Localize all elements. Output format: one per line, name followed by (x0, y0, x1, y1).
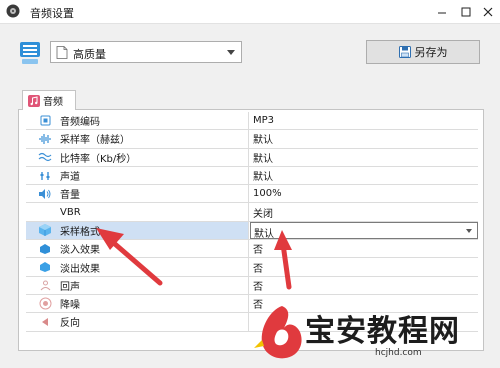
row-sample-format[interactable]: 采样格式 默认 (26, 221, 478, 241)
preset-icon (20, 42, 40, 64)
row-label: 回声 (60, 281, 80, 293)
row-label: 比特率（Kb/秒） (60, 153, 137, 165)
preset-value: 高质量 (73, 48, 106, 61)
cube-icon (38, 223, 52, 237)
row-value: 默认 (253, 135, 273, 147)
echo-icon (38, 278, 52, 292)
fade-in-icon (38, 242, 52, 256)
denoise-icon (38, 297, 52, 311)
row-label: 采样率（赫兹） (60, 135, 130, 147)
row-value: 否 (253, 245, 263, 257)
row-label: 淡入效果 (60, 245, 100, 257)
property-grid: 音频编码 MP3 采样率（赫兹） 默认 比特率（Kb/秒） 默认 声道 默认 音… (26, 112, 478, 332)
row-value: 默认 (253, 172, 273, 184)
row-value: 否 (253, 263, 263, 275)
tab-audio-label: 音频 (43, 97, 63, 108)
reverse-icon (38, 315, 52, 329)
row-volume[interactable]: 音量 100% (26, 185, 478, 204)
volume-icon (38, 187, 52, 201)
row-sample-rate[interactable]: 采样率（赫兹） 默认 (26, 130, 478, 149)
row-value: 否 (253, 281, 263, 293)
minimize-button[interactable] (432, 2, 452, 22)
row-fade-in[interactable]: 淡入效果 否 (26, 240, 478, 259)
save-as-label: 另存为 (414, 46, 448, 59)
row-echo[interactable]: 回声 否 (26, 276, 478, 295)
close-icon (483, 7, 493, 17)
maximize-button[interactable] (456, 2, 476, 22)
row-value: MP3 (253, 115, 275, 127)
waveform-icon (38, 132, 52, 146)
save-as-button[interactable]: 另存为 (366, 40, 480, 64)
sample-format-dropdown[interactable]: 默认 (250, 221, 478, 240)
vbr-icon (38, 205, 52, 219)
row-vbr[interactable]: VBR 关闭 (26, 203, 478, 222)
maximize-icon (461, 7, 471, 17)
minimize-icon (438, 12, 446, 14)
fade-out-icon (38, 260, 52, 274)
row-label: 音频编码 (60, 117, 100, 129)
chevron-down-icon (227, 50, 235, 55)
app-icon (6, 4, 20, 18)
row-bitrate[interactable]: 比特率（Kb/秒） 默认 (26, 148, 478, 167)
save-icon (398, 46, 411, 58)
row-fade-out[interactable]: 淡出效果 否 (26, 258, 478, 277)
row-label: 降噪 (60, 300, 80, 312)
chip-icon (38, 114, 52, 128)
wave-icon (38, 150, 52, 164)
row-value: 100% (253, 188, 282, 200)
preset-dropdown[interactable]: 高质量 (50, 41, 242, 63)
row-label: 音量 (60, 190, 80, 202)
row-value: 关闭 (253, 208, 273, 220)
row-label: 淡出效果 (60, 263, 100, 275)
music-icon (28, 94, 40, 107)
chevron-down-icon (466, 228, 472, 233)
row-audio-codec[interactable]: 音频编码 MP3 (26, 112, 478, 131)
row-label: VBR (60, 206, 81, 218)
row-label: 反向 (60, 318, 80, 330)
tab-audio[interactable]: 音频 (22, 90, 76, 110)
title-bar: 音频设置 (0, 0, 500, 24)
close-button[interactable] (478, 2, 498, 22)
row-channel[interactable]: 声道 默认 (26, 166, 478, 186)
document-icon (56, 46, 68, 59)
row-value: 默认 (254, 228, 274, 240)
row-value: 默认 (253, 153, 273, 165)
watermark-url: hcjhd.com (375, 348, 422, 358)
watermark-text: 宝安教程网 (305, 314, 460, 349)
row-label: 声道 (60, 172, 80, 184)
channel-icon (38, 169, 52, 183)
window-title: 音频设置 (30, 7, 74, 20)
row-label: 采样格式 (60, 226, 100, 238)
